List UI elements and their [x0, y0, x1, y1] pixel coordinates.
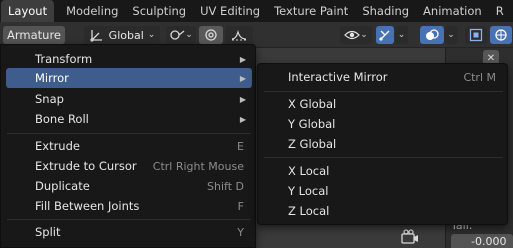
menu-item-label: Bone Roll — [35, 112, 89, 126]
menu-item-interactive-mirror[interactable]: Interactive Mirror Ctrl M — [263, 67, 504, 87]
menu-item-shortcut: E — [237, 139, 244, 153]
workspace-tab-bar: Layout Modeling Sculpting UV Editing Tex… — [0, 0, 513, 22]
menu-item-shortcut: Y — [237, 225, 244, 239]
menu-item-extrude[interactable]: Extrude E — [6, 136, 252, 156]
armature-menu: Transform ▶ Mirror ▶ Snap ▶ Bone Roll ▶ … — [0, 44, 256, 248]
tab-layout[interactable]: Layout — [1, 0, 55, 22]
menu-item-y-global[interactable]: Y Global — [263, 114, 504, 134]
menu-item-label: Interactive Mirror — [288, 70, 388, 84]
pivot-icon — [169, 28, 185, 42]
menu-item-label: Y Global — [288, 117, 336, 131]
menu-item-shortcut: Shift D — [207, 179, 244, 193]
submenu-arrow-icon: ▶ — [239, 94, 246, 104]
wireframe-shading-icon — [494, 28, 508, 42]
overlays-dropdown[interactable]: ⌄ — [444, 26, 458, 44]
submenu-arrow-icon: ▶ — [239, 73, 246, 83]
menu-item-label: Duplicate — [35, 179, 90, 193]
xray-icon — [469, 28, 483, 42]
falloff-curve-icon — [231, 29, 247, 41]
chevron-down-icon: ⌄ — [397, 30, 406, 40]
menu-separator — [264, 91, 503, 92]
menu-item-snap[interactable]: Snap ▶ — [6, 89, 252, 109]
submenu-arrow-icon: ▶ — [239, 114, 246, 124]
transform-pivot-button[interactable]: ⌄ — [166, 26, 196, 44]
tab-sculpting[interactable]: Sculpting — [125, 0, 193, 22]
gizmo-toggle[interactable] — [376, 26, 394, 44]
tab-texture-paint[interactable]: Texture Paint — [267, 0, 355, 22]
chevron-down-icon: ⌄ — [360, 30, 368, 40]
menu-item-label: Snap — [35, 92, 64, 106]
menu-item-label: Mirror — [35, 71, 69, 85]
menu-item-label: Fill Between Joints — [35, 199, 140, 213]
menu-item-label: Transform — [35, 52, 93, 66]
tab-uv-editing[interactable]: UV Editing — [193, 0, 267, 22]
overlays-toggle[interactable] — [420, 26, 444, 44]
menu-item-x-global[interactable]: X Global — [263, 94, 504, 114]
gizmo-icon — [378, 28, 392, 42]
menu-item-label: Z Global — [288, 137, 337, 151]
proportional-editing-toggle[interactable] — [199, 26, 223, 44]
menu-item-label: Split — [35, 225, 61, 239]
proportional-falloff-dropdown[interactable] — [225, 26, 253, 44]
tail-value-field[interactable]: -0.000 — [451, 234, 513, 248]
proportional-editing-icon — [204, 28, 218, 42]
orientation-axes-icon — [89, 28, 105, 42]
armature-menu-button[interactable]: Armature — [3, 26, 65, 44]
xray-toggle[interactable] — [465, 26, 487, 44]
armature-menu-label: Armature — [7, 28, 61, 42]
menu-item-label: Extrude — [35, 139, 80, 153]
tab-rendering[interactable]: R — [489, 0, 511, 22]
overlays-icon — [425, 28, 439, 42]
submenu-arrow-icon: ▶ — [239, 54, 246, 64]
orientation-value: Global — [108, 28, 144, 42]
menu-item-label: Z Local — [288, 204, 330, 218]
menu-item-z-global[interactable]: Z Global — [263, 134, 504, 154]
camera-icon[interactable] — [400, 229, 420, 245]
eye-icon — [344, 29, 361, 41]
transform-orientation-dropdown[interactable]: Global ⌄ — [84, 26, 160, 44]
menu-item-mirror[interactable]: Mirror ▶ — [6, 68, 252, 88]
menu-item-label: Extrude to Cursor — [35, 159, 137, 173]
menu-item-shortcut: Ctrl M — [463, 70, 496, 84]
menu-item-duplicate[interactable]: Duplicate Shift D — [6, 176, 252, 196]
selectability-visibility-dropdown[interactable]: ⌄ — [340, 26, 372, 44]
menu-item-split[interactable]: Split Y — [6, 222, 252, 242]
chevron-down-icon: ⌄ — [447, 30, 455, 40]
menu-item-label: X Local — [288, 164, 330, 178]
menu-item-transform[interactable]: Transform ▶ — [6, 49, 252, 69]
menu-item-label: Y Local — [288, 184, 329, 198]
mirror-submenu: Interactive Mirror Ctrl M X Global Y Glo… — [257, 63, 508, 225]
menu-item-shortcut: F — [237, 199, 244, 213]
menu-item-label: X Global — [288, 97, 337, 111]
chevron-down-icon: ⌄ — [147, 30, 156, 40]
chevron-down-icon: ⌄ — [185, 30, 193, 40]
tab-animation[interactable]: Animation — [416, 0, 489, 22]
gizmo-dropdown[interactable]: ⌄ — [395, 26, 408, 44]
menu-separator — [7, 133, 251, 134]
menu-item-fill-between-joints[interactable]: Fill Between Joints F — [6, 196, 252, 216]
menu-item-x-local[interactable]: X Local — [263, 161, 504, 181]
menu-separator — [264, 157, 503, 158]
menu-item-y-local[interactable]: Y Local — [263, 181, 504, 201]
menu-item-z-local[interactable]: Z Local — [263, 201, 504, 221]
tab-modeling[interactable]: Modeling — [54, 0, 125, 22]
viewport-shading-button[interactable] — [490, 26, 512, 44]
menu-separator — [7, 219, 251, 220]
menu-item-extrude-to-cursor[interactable]: Extrude to Cursor Ctrl Right Mouse — [6, 156, 252, 176]
menu-item-bone-roll[interactable]: Bone Roll ▶ — [6, 109, 252, 129]
menu-item-shortcut: Ctrl Right Mouse — [152, 159, 244, 173]
tab-shading[interactable]: Shading — [355, 0, 416, 22]
